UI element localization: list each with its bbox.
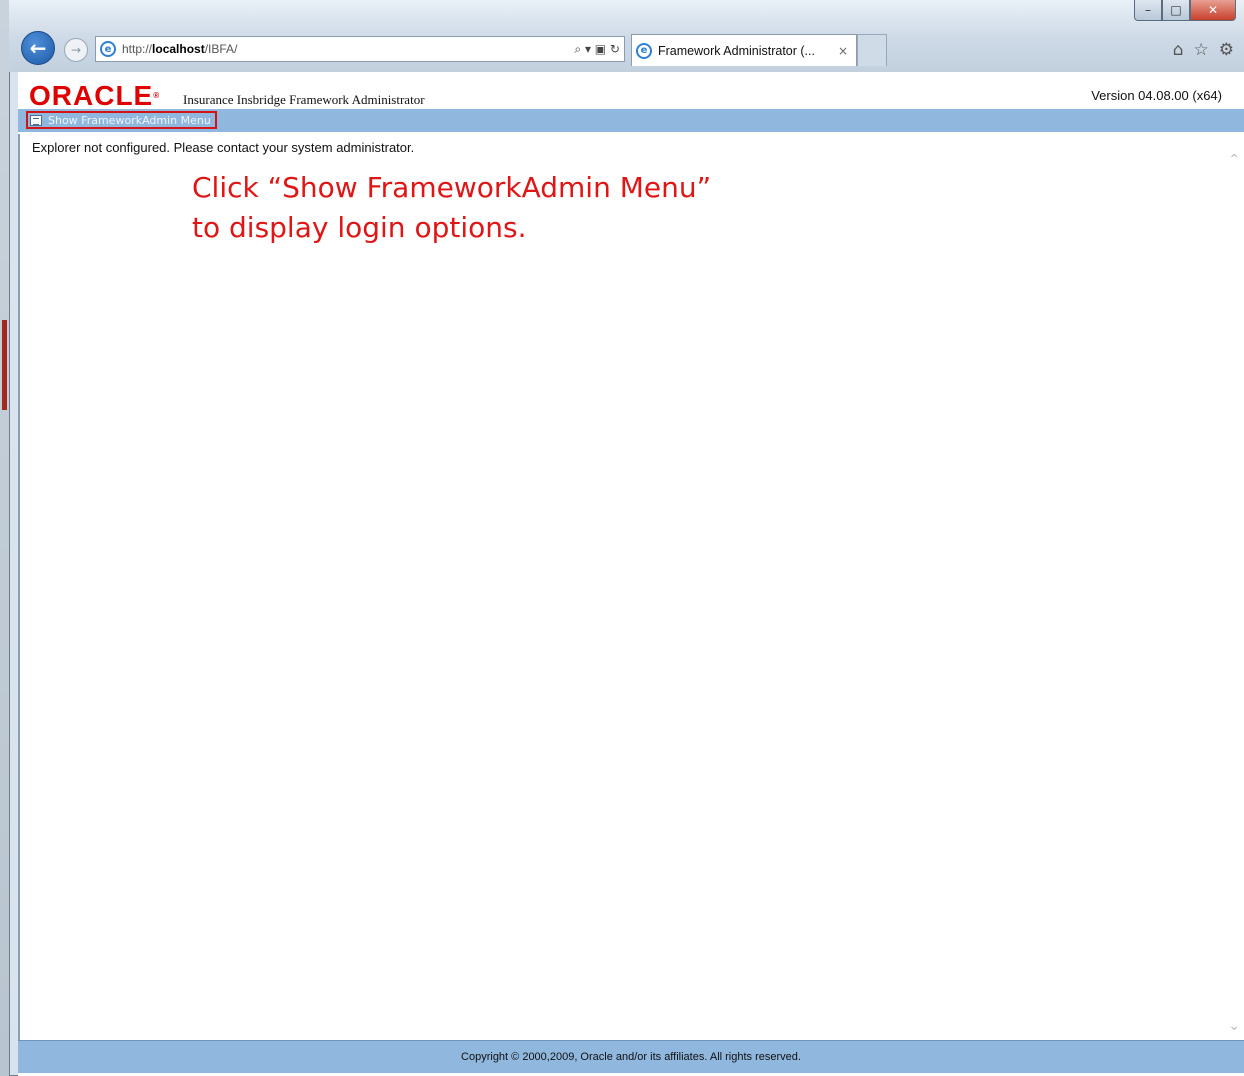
annotation-line-2: to display login options. (192, 211, 527, 244)
maximize-button[interactable]: □ (1162, 0, 1190, 21)
status-message: Explorer not configured. Please contact … (32, 140, 415, 155)
show-menu-label: Show FrameworkAdmin Menu (48, 113, 211, 127)
content-area: Explorer not configured. Please contact … (18, 134, 1244, 1046)
oracle-logo: ORACLE® (29, 80, 161, 111)
browser-toolbar: – □ ✕ ← → e http://localhost/IBFA/ ⌕ ▾ ▣… (9, 0, 1244, 72)
url-text[interactable]: http://localhost/IBFA/ (122, 42, 237, 56)
menu-icon (30, 114, 42, 126)
browser-tools: ⌂ ☆ ⚙ (1173, 40, 1234, 60)
forward-button[interactable]: → (64, 38, 88, 62)
menu-bar: Show FrameworkAdmin Menu (18, 109, 1244, 132)
page-footer: Copyright © 2000,2009, Oracle and/or its… (18, 1040, 1244, 1073)
minimize-button[interactable]: – (1134, 0, 1162, 21)
close-window-button[interactable]: ✕ (1190, 0, 1236, 21)
new-tab-button[interactable] (857, 34, 887, 66)
scroll-down-icon[interactable]: ⌄ (1228, 1018, 1240, 1034)
instruction-annotation: Click “Show FrameworkAdmin Menu” to disp… (192, 168, 711, 248)
address-bar[interactable]: e http://localhost/IBFA/ ⌕ ▾ ▣ ↻ (95, 36, 625, 62)
tab-title: Framework Administrator (... (658, 43, 815, 58)
version-label: Version 04.08.00 (x64) (1091, 88, 1222, 103)
gear-icon[interactable]: ⚙ (1219, 40, 1234, 60)
show-frameworkadmin-menu-button[interactable]: Show FrameworkAdmin Menu (26, 111, 217, 129)
browser-tab-active[interactable]: e Framework Administrator (... × (631, 34, 857, 66)
url-path: /IBFA/ (204, 42, 238, 56)
copyright-text: Copyright © 2000,2009, Oracle and/or its… (461, 1051, 801, 1063)
address-tools[interactable]: ⌕ ▾ ▣ ↻ (574, 37, 620, 61)
arrow-right-icon: → (70, 43, 82, 57)
product-name: Insurance Insbridge Framework Administra… (183, 92, 425, 107)
ie-page-icon: e (100, 41, 116, 57)
window-controls: – □ ✕ (1134, 0, 1236, 22)
desktop-edge-accent (2, 320, 7, 410)
scroll-up-icon[interactable]: ⌃ (1228, 152, 1240, 168)
arrow-left-icon: ← (29, 36, 47, 60)
url-prefix: http:// (122, 42, 153, 56)
tab-close-icon[interactable]: × (838, 44, 848, 58)
oracle-logo-text: ORACLE (29, 80, 154, 111)
page-header: ORACLE® Insurance Insbridge Framework Ad… (18, 72, 1244, 111)
star-icon[interactable]: ☆ (1194, 40, 1209, 60)
annotation-line-1: Click “Show FrameworkAdmin Menu” (192, 171, 712, 204)
desktop-edge (0, 0, 9, 1076)
ie-tab-icon: e (636, 42, 652, 59)
url-host: localhost (152, 42, 205, 56)
home-icon[interactable]: ⌂ (1173, 40, 1184, 60)
web-page: ORACLE® Insurance Insbridge Framework Ad… (18, 72, 1244, 1076)
back-button[interactable]: ← (21, 31, 55, 65)
